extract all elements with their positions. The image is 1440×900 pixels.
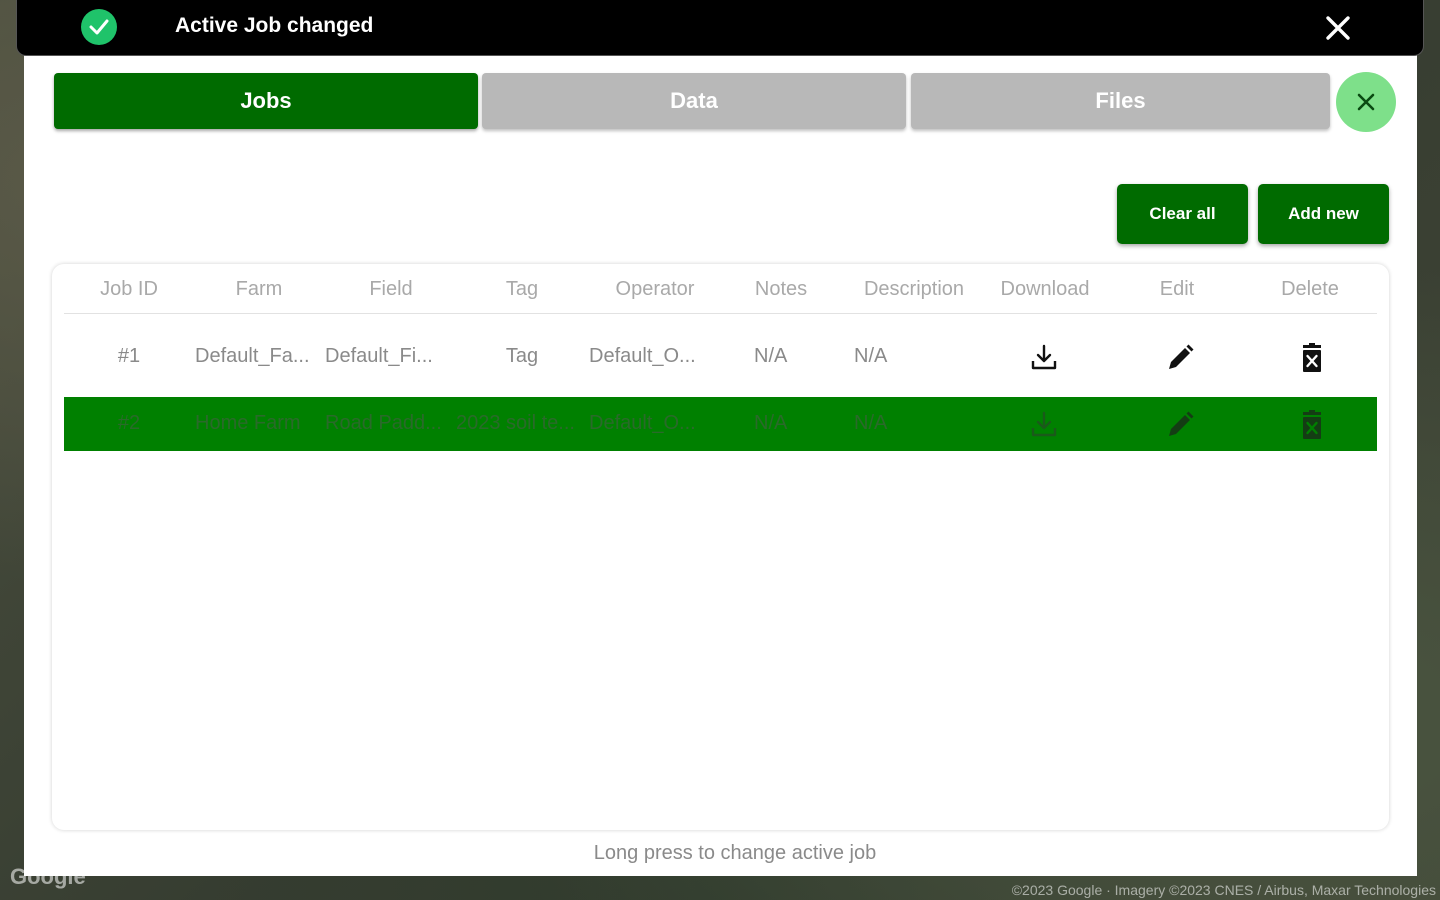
cell-operator: Default_O... (589, 345, 696, 367)
active-job-hint: Long press to change active job (593, 842, 877, 864)
cell-field: Default_Fi... (325, 345, 433, 367)
table-row-active[interactable]: #2 Home Farm Road Padd... 2023 soil te..… (64, 397, 1377, 451)
close-icon (1357, 93, 1375, 111)
jobs-table: Job ID Farm Field Tag Operator Notes Des… (52, 264, 1389, 830)
edit-button[interactable] (1164, 342, 1196, 374)
cell-notes: N/A (754, 345, 788, 367)
edit-button[interactable] (1164, 409, 1196, 441)
tab-data[interactable]: Data (482, 73, 906, 129)
tab-files[interactable]: Files (911, 73, 1330, 129)
cell-tag: Tag (505, 345, 539, 367)
table-header: Job ID Farm Field Tag Operator Notes Des… (64, 264, 1377, 314)
download-icon (1031, 411, 1057, 437)
column-header-edit: Edit (1159, 278, 1195, 300)
toast-close-button[interactable] (1323, 13, 1353, 43)
delete-button[interactable] (1296, 409, 1328, 441)
cell-description: N/A (854, 345, 888, 367)
cell-job-id: #1 (117, 345, 141, 367)
cell-operator: Default_O... (589, 412, 696, 434)
download-icon (1031, 344, 1057, 370)
column-header-delete: Delete (1281, 278, 1339, 300)
pencil-icon (1169, 411, 1194, 436)
add-new-button[interactable]: Add new (1258, 184, 1389, 244)
column-header-notes: Notes (754, 278, 808, 300)
download-button[interactable] (1028, 409, 1060, 441)
download-button[interactable] (1028, 342, 1060, 374)
cell-farm: Home Farm (195, 412, 301, 434)
column-header-job-id: Job ID (100, 278, 158, 300)
check-circle-icon (81, 9, 117, 45)
table-row[interactable]: #1 Default_Fa... Default_Fi... Tag Defau… (64, 330, 1377, 384)
column-header-tag: Tag (505, 278, 539, 300)
cell-tag: 2023 soil te... (456, 412, 575, 434)
trash-icon (1303, 343, 1321, 372)
cell-job-id: #2 (117, 412, 141, 434)
cell-field: Road Padd... (325, 412, 442, 434)
column-header-description: Description (863, 278, 965, 300)
close-icon (1326, 16, 1350, 40)
notification-toast: Active Job changed (16, 0, 1424, 56)
cell-notes: N/A (754, 412, 788, 434)
column-header-download: Download (1000, 278, 1090, 300)
trash-icon (1303, 410, 1321, 439)
clear-all-button[interactable]: Clear all (1117, 184, 1248, 244)
pencil-icon (1169, 344, 1194, 369)
cell-farm: Default_Fa... (195, 345, 310, 367)
column-header-field: Field (369, 278, 413, 300)
map-attribution: ©2023 Google · Imagery ©2023 CNES / Airb… (1011, 882, 1436, 898)
cell-description: N/A (854, 412, 888, 434)
delete-button[interactable] (1296, 342, 1328, 374)
column-header-operator: Operator (615, 278, 695, 300)
toast-message: Active Job changed (175, 14, 374, 37)
close-dialog-button[interactable] (1336, 72, 1396, 132)
jobs-dialog: Jobs Data Files Clear all Add new Job ID… (24, 40, 1417, 876)
column-header-farm: Farm (235, 278, 283, 300)
tab-jobs[interactable]: Jobs (54, 73, 478, 129)
